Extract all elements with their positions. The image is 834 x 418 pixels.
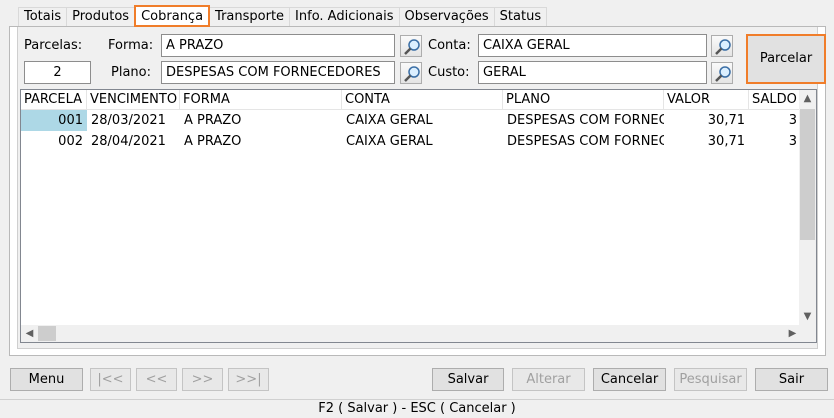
- scroll-down-arrow-icon[interactable]: ▼: [799, 308, 816, 325]
- salvar-button[interactable]: Salvar: [432, 368, 504, 391]
- horizontal-scrollbar[interactable]: ◀ ▶: [21, 325, 801, 342]
- conta-input[interactable]: CAIXA GERAL: [478, 34, 707, 57]
- tab-totais[interactable]: Totais: [18, 7, 68, 26]
- column-header-parcela[interactable]: PARCELA: [21, 90, 87, 110]
- tab-produtos[interactable]: Produtos: [66, 7, 136, 26]
- tab-transporte[interactable]: Transporte: [209, 7, 291, 26]
- alterar-button[interactable]: Alterar: [512, 368, 585, 391]
- cell-parcela[interactable]: 002: [21, 131, 87, 152]
- cancelar-button[interactable]: Cancelar: [593, 368, 666, 391]
- column-header-valor[interactable]: VALOR: [664, 90, 749, 110]
- plano-input[interactable]: DESPESAS COM FORNECEDORES: [161, 61, 395, 84]
- vertical-scrollbar[interactable]: ▲ ▼: [799, 90, 816, 325]
- cell-valor[interactable]: 30,71: [664, 131, 749, 152]
- column-header-saldo[interactable]: SALDO: [749, 90, 801, 110]
- magnifier-icon: [715, 39, 731, 55]
- cell-valor[interactable]: 30,71: [664, 110, 749, 131]
- parcelas-grid[interactable]: PARCELA VENCIMENTO FORMA CONTA PLANO VAL…: [20, 89, 817, 343]
- parcelas-input[interactable]: 2: [24, 61, 91, 84]
- cell-plano[interactable]: DESPESAS COM FORNEC: [503, 131, 664, 152]
- previous-record-button[interactable]: <<: [136, 368, 177, 391]
- status-bar: F2 ( Salvar ) - ESC ( Cancelar ): [0, 399, 834, 418]
- cell-saldo[interactable]: 3: [749, 131, 801, 152]
- cell-forma[interactable]: A PRAZO: [180, 131, 342, 152]
- cell-vencimento[interactable]: 28/03/2021: [87, 110, 180, 131]
- horizontal-scroll-thumb[interactable]: [38, 326, 56, 341]
- column-header-vencimento[interactable]: VENCIMENTO: [87, 90, 180, 110]
- pesquisar-button[interactable]: Pesquisar: [674, 368, 747, 391]
- tab-info-adicionais[interactable]: Info. Adicionais: [289, 7, 400, 26]
- custo-search-button[interactable]: [711, 62, 733, 84]
- magnifier-icon: [404, 39, 420, 55]
- tab-status[interactable]: Status: [493, 7, 548, 26]
- plano-search-button[interactable]: [400, 62, 422, 84]
- parcelar-button[interactable]: Parcelar: [746, 34, 826, 84]
- cell-saldo[interactable]: 3: [749, 110, 801, 131]
- table-row[interactable]: 002 28/04/2021 A PRAZO CAIXA GERAL DESPE…: [21, 131, 801, 152]
- vertical-scroll-thumb[interactable]: [800, 109, 815, 240]
- parcelas-label: Parcelas:: [24, 38, 83, 53]
- custo-input[interactable]: GERAL: [478, 61, 707, 84]
- cell-conta[interactable]: CAIXA GERAL: [342, 110, 503, 131]
- column-header-conta[interactable]: CONTA: [342, 90, 503, 110]
- cell-conta[interactable]: CAIXA GERAL: [342, 131, 503, 152]
- first-record-button[interactable]: |<<: [90, 368, 131, 391]
- cell-parcela[interactable]: 001: [21, 110, 87, 131]
- menu-button[interactable]: Menu: [10, 368, 83, 391]
- last-record-button[interactable]: >>|: [228, 368, 269, 391]
- grid-header: PARCELA VENCIMENTO FORMA CONTA PLANO VAL…: [21, 90, 801, 110]
- parcelar-button-label: Parcelar: [759, 51, 813, 66]
- forma-input[interactable]: A PRAZO: [161, 34, 395, 57]
- tab-observacoes[interactable]: Observações: [398, 7, 495, 26]
- tab-cobranca[interactable]: Cobrança: [134, 5, 211, 27]
- table-row[interactable]: 001 28/03/2021 A PRAZO CAIXA GERAL DESPE…: [21, 110, 801, 131]
- forma-search-button[interactable]: [400, 35, 422, 57]
- plano-label: Plano:: [111, 65, 151, 80]
- conta-search-button[interactable]: [711, 35, 733, 57]
- column-header-forma[interactable]: FORMA: [180, 90, 342, 110]
- scroll-up-arrow-icon[interactable]: ▲: [799, 90, 816, 107]
- next-record-button[interactable]: >>: [182, 368, 223, 391]
- cell-forma[interactable]: A PRAZO: [180, 110, 342, 131]
- scroll-left-arrow-icon[interactable]: ◀: [21, 325, 38, 342]
- tab-bar: Totais Produtos Cobrança Transporte Info…: [18, 5, 548, 27]
- custo-label: Custo:: [428, 65, 470, 80]
- forma-label: Forma:: [108, 38, 154, 53]
- cell-plano[interactable]: DESPESAS COM FORNEC: [503, 110, 664, 131]
- cell-vencimento[interactable]: 28/04/2021: [87, 131, 180, 152]
- sair-button[interactable]: Sair: [755, 368, 828, 391]
- magnifier-icon: [715, 66, 731, 82]
- conta-label: Conta:: [428, 38, 471, 53]
- column-header-plano[interactable]: PLANO: [503, 90, 664, 110]
- scrollbar-corner: [799, 325, 816, 342]
- magnifier-icon: [404, 66, 420, 82]
